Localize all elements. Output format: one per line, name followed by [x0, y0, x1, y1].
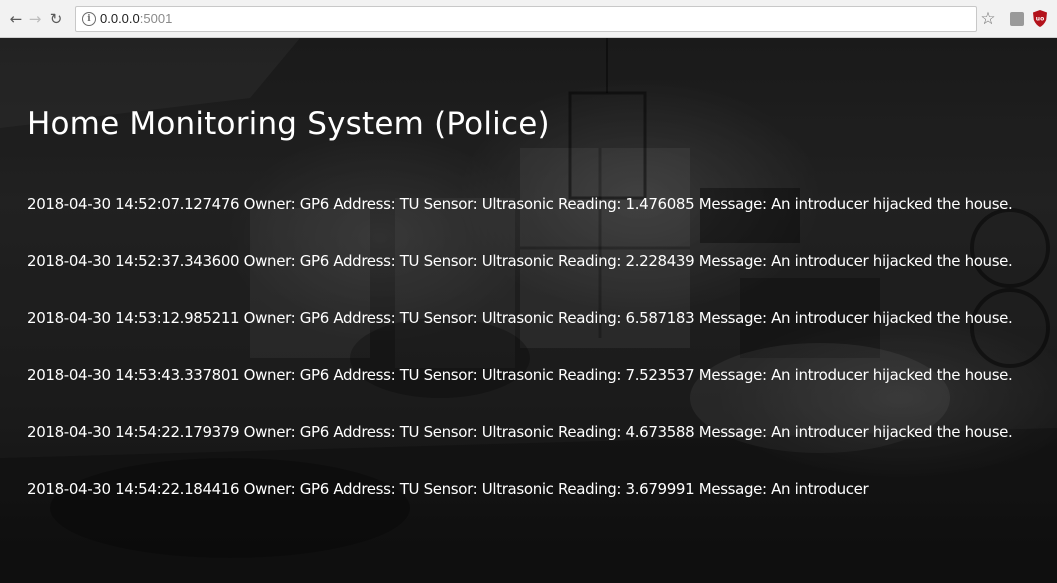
extension-icon[interactable] — [1010, 12, 1024, 26]
url-host: 0.0.0.0 — [100, 11, 140, 26]
page-title: Home Monitoring System (Police) — [27, 106, 550, 142]
info-icon[interactable]: i — [82, 12, 96, 26]
address-bar[interactable]: i 0.0.0.0:5001 — [75, 6, 977, 32]
log-entry: 2018-04-30 14:53:43.337801 Owner: GP6 Ad… — [27, 366, 1013, 384]
log-entry: 2018-04-30 14:52:07.127476 Owner: GP6 Ad… — [27, 195, 1013, 213]
log-entry: 2018-04-30 14:53:12.985211 Owner: GP6 Ad… — [27, 309, 1013, 327]
browser-toolbar: ← → ↻ i 0.0.0.0:5001 ☆ uo — [0, 0, 1057, 38]
log-entry: 2018-04-30 14:52:37.343600 Owner: GP6 Ad… — [27, 252, 1013, 270]
log-entry: 2018-04-30 14:54:22.184416 Owner: GP6 Ad… — [27, 480, 869, 498]
log-entry: 2018-04-30 14:54:22.179379 Owner: GP6 Ad… — [27, 423, 1013, 441]
bookmark-star-icon[interactable]: ☆ — [977, 8, 999, 30]
page-viewport: Home Monitoring System (Police) 2018-04-… — [0, 38, 1057, 583]
back-arrow-icon[interactable]: ← — [6, 9, 26, 29]
url-text[interactable]: 0.0.0.0:5001 — [100, 11, 172, 26]
forward-arrow-icon[interactable]: → — [25, 9, 45, 29]
ublock-shield-icon[interactable]: uo — [1033, 10, 1047, 27]
alert-log-list: 2018-04-30 14:52:07.127476 Owner: GP6 Ad… — [27, 193, 1052, 535]
svg-text:uo: uo — [1036, 16, 1044, 23]
url-port: :5001 — [139, 11, 173, 26]
reload-icon[interactable]: ↻ — [46, 9, 66, 29]
